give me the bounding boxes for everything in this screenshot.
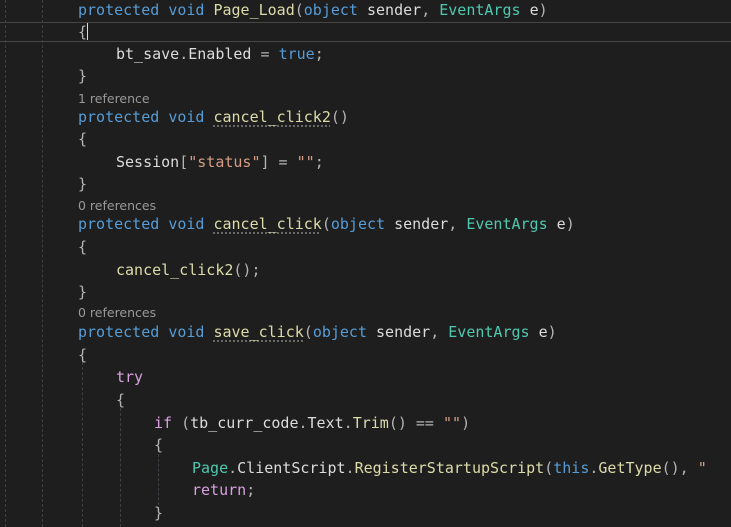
code-line[interactable]: protected void cancel_click(object sende… [78,214,575,234]
code-line[interactable]: } [78,282,87,302]
brace: } [154,504,164,522]
brace: { [78,238,88,256]
string-literal: "" [296,153,315,171]
parameter: e [529,1,539,19]
codelens-references[interactable]: 1 reference [78,91,150,107]
brace: { [154,436,164,454]
code-line[interactable]: } [78,66,87,86]
indent-guide [120,408,121,527]
method-name: cancel_click2 [213,108,331,126]
code-line[interactable]: { [154,435,163,455]
code-line[interactable]: { [78,345,87,365]
code-line[interactable]: { [78,129,87,149]
keyword: protected [78,1,160,19]
current-line-highlight [0,22,731,42]
codelens-references[interactable]: 0 references [78,305,156,321]
type-name: EventArgs [439,1,521,19]
code-line[interactable]: protected void save_click(object sender,… [78,322,557,342]
code-line[interactable]: try [116,367,143,387]
code-line[interactable]: } [154,503,163,523]
brace: } [78,67,88,85]
code-line[interactable]: { [78,237,87,257]
code-line[interactable]: { [116,390,125,410]
method-name: save_click [213,323,304,341]
code-line[interactable]: } [78,174,87,194]
string-literal: "status" [188,153,261,171]
brace: { [78,130,88,148]
method-name: Page_Load [213,1,295,19]
type-keyword: object [303,1,358,19]
brace: { [116,391,126,409]
code-line[interactable]: Page.ClientScript.RegisterStartupScript(… [192,458,707,478]
code-line[interactable]: { [78,22,89,42]
code-line[interactable]: if (tb_curr_code.Text.Trim() == "") [154,413,470,433]
control-keyword: try [116,368,144,386]
codelens-references[interactable]: 0 references [78,198,156,214]
keyword: void [168,1,205,19]
code-line[interactable]: protected void Page_Load(object sender, … [78,0,548,20]
brace: } [78,175,88,193]
code-line[interactable]: Session["status"] = ""; [116,152,324,172]
method-name: cancel_click [213,215,322,233]
indent-guide [158,454,159,510]
code-line[interactable]: protected void cancel_click2() [78,107,349,127]
code-line[interactable]: cancel_click2(); [116,260,261,280]
indent-guide [82,362,83,527]
text-cursor [87,23,89,40]
indent-guide [5,0,6,527]
code-line[interactable]: return; [192,480,255,500]
brace: } [78,283,88,301]
code-editor[interactable]: protected void Page_Load(object sender, … [0,0,731,527]
brace: { [78,23,88,41]
method-call: cancel_click2 [116,261,234,279]
parameter: sender [367,1,422,19]
code-line[interactable]: bt_save.Enabled = true; [116,44,324,64]
brace: { [78,346,88,364]
indent-guide [42,0,43,527]
